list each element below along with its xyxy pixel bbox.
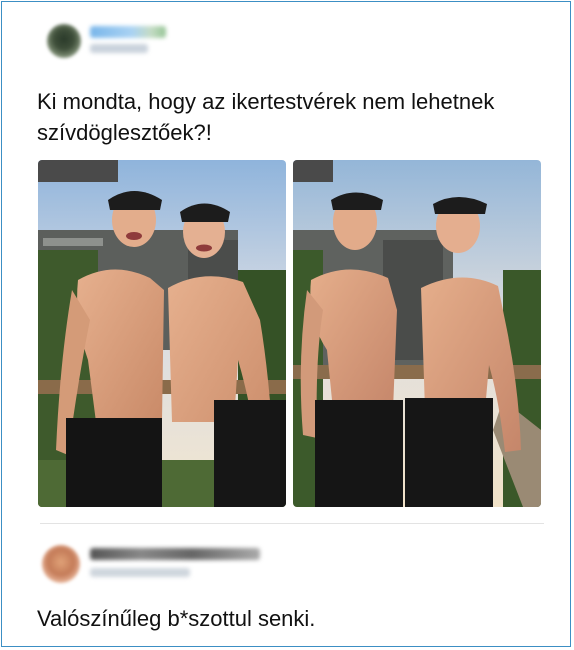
photo-1-image xyxy=(38,160,286,507)
post-frame: Ki mondta, hogy az ikertestvérek nem leh… xyxy=(1,1,571,647)
post-text: Ki mondta, hogy az ikertestvérek nem leh… xyxy=(37,89,495,145)
replier-name-blurred[interactable] xyxy=(90,548,260,560)
post-photo-1[interactable] xyxy=(38,160,286,507)
author-avatar[interactable] xyxy=(47,24,81,58)
post-photo-2[interactable] xyxy=(293,160,541,507)
replier-handle-blurred xyxy=(90,568,190,577)
post-photos xyxy=(38,160,542,507)
author-handle-blurred xyxy=(90,44,148,53)
photo-2-image xyxy=(293,160,541,507)
replier-avatar[interactable] xyxy=(42,545,80,583)
divider xyxy=(40,523,544,524)
reply-text: Valószínűleg b*szottul senki. xyxy=(37,606,316,631)
author-name-blurred[interactable] xyxy=(90,26,166,38)
